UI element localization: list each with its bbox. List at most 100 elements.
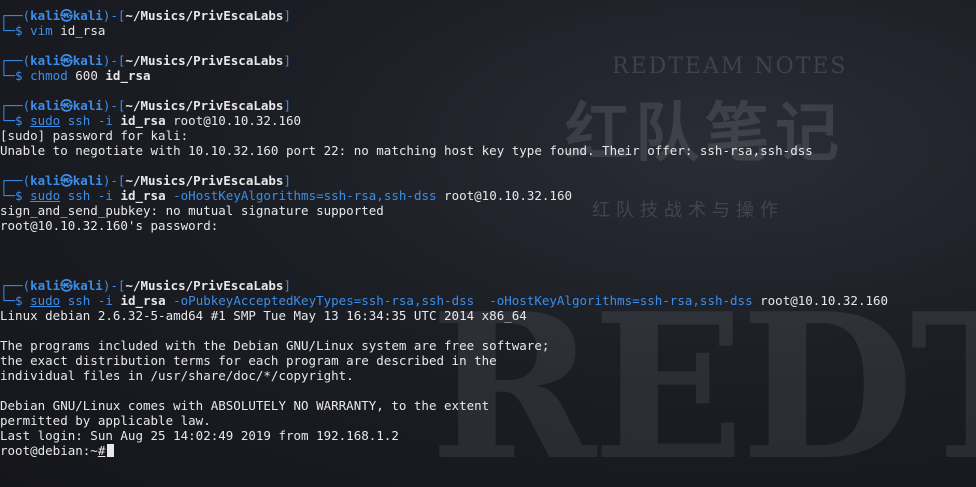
command-target: root@10.10.32.160 [436,188,572,203]
command-keyfile: id_rsa [120,113,166,128]
command-keyfile: id_rsa [120,293,166,308]
output-text: Debian GNU/Linux comes with ABSOLUTELY N… [0,398,490,413]
prompt-bracket-end: ] [283,53,291,68]
prompt-at-symbol: ㉿ [60,8,73,23]
command-line: └─$ sudo ssh -i id_rsa -oHostKeyAlgorith… [0,188,976,203]
command-subname: ssh [60,188,91,203]
output-text: the exact distribution terms for each pr… [0,353,497,368]
output-text: sign_and_send_pubkey: no mutual signatur… [0,203,384,218]
prompt-user: kali [30,98,61,113]
command-subname: ssh [60,293,91,308]
prompt-host: kali [72,278,103,293]
terminal-cursor [107,444,115,457]
prompt-dollar: └─$ [0,23,31,38]
prompt-corner: ┌──( [0,53,31,68]
command-keyfile: id_rsa [105,68,151,83]
prompt-host: kali [72,8,103,23]
prompt-dollar: └─$ [0,113,31,128]
prompt-separator: )-[ [102,53,126,68]
output-line: permitted by applicable law. [0,413,976,428]
prompt-at-symbol: ㉿ [60,278,73,293]
output-text: The programs included with the Debian GN… [0,338,550,353]
root-hash: # [97,443,106,458]
prompt-bracket-end: ] [283,98,291,113]
prompt-separator: )-[ [102,98,126,113]
command-name: sudo [30,293,61,308]
output-text: root@10.10.32.160's password: [0,218,219,233]
prompt-line: ┌──(kali㉿kali)-[~/Musics/PrivEscaLabs] [0,53,976,68]
output-line: Last login: Sun Aug 25 14:02:49 2019 fro… [0,428,976,443]
prompt-user: kali [30,53,61,68]
output-line: The programs included with the Debian GN… [0,338,976,353]
output-text: permitted by applicable law. [0,413,211,428]
command-name: sudo [30,188,61,203]
prompt-path: ~/Musics/PrivEscaLabs [125,98,284,113]
output-line: Debian GNU/Linux comes with ABSOLUTELY N… [0,398,976,413]
prompt-corner: ┌──( [0,98,31,113]
command-flag: -i [90,188,121,203]
command-target: root@10.10.32.160 [165,113,302,128]
command-flag: -i [90,113,121,128]
prompt-line: ┌──(kali㉿kali)-[~/Musics/PrivEscaLabs] [0,173,976,188]
prompt-at-symbol: ㉿ [60,53,73,68]
output-line: sign_and_send_pubkey: no mutual signatur… [0,203,976,218]
prompt-line: ┌──(kali㉿kali)-[~/Musics/PrivEscaLabs] [0,278,976,293]
prompt-line: ┌──(kali㉿kali)-[~/Musics/PrivEscaLabs] [0,98,976,113]
prompt-dollar: └─$ [0,188,31,203]
command-line: └─$ sudo ssh -i id_rsa -oPubkeyAcceptedK… [0,293,976,308]
command-subname: ssh [60,113,91,128]
root-shell-line: root@debian:~# [0,443,976,458]
command-name: chmod [30,68,68,83]
prompt-path: ~/Musics/PrivEscaLabs [125,53,284,68]
output-line: the exact distribution terms for each pr… [0,353,976,368]
prompt-user: kali [30,278,61,293]
output-text: [sudo] password for kali: [0,128,189,143]
command-args: id_rsa [52,23,106,38]
command-args: 600 [67,68,106,83]
prompt-at-symbol: ㉿ [60,98,73,113]
prompt-separator: )-[ [102,8,126,23]
output-line: individual files in /usr/share/doc/*/cop… [0,368,976,383]
command-target: root@10.10.32.160 [752,293,889,308]
output-text: Linux debian 2.6.32-5-amd64 #1 SMP Tue M… [0,308,527,323]
command-keyfile: id_rsa [120,188,166,203]
prompt-path: ~/Musics/PrivEscaLabs [125,278,284,293]
prompt-path: ~/Musics/PrivEscaLabs [125,173,284,188]
terminal-output[interactable]: ┌──(kali㉿kali)-[~/Musics/PrivEscaLabs] └─… [0,8,976,458]
output-line: [sudo] password for kali: [0,128,976,143]
prompt-host: kali [72,173,103,188]
output-line: root@10.10.32.160's password: [0,218,976,233]
prompt-bracket-end: ] [283,173,291,188]
command-line: └─$ chmod 600 id_rsa [0,68,976,83]
command-options: -oPubkeyAcceptedKeyTypes=ssh-rsa,ssh-dss… [165,293,753,308]
prompt-bracket-end: ] [283,8,291,23]
prompt-dollar: └─$ [0,293,31,308]
prompt-bracket-end: ] [283,278,291,293]
output-line: Unable to negotiate with 10.10.32.160 po… [0,143,976,158]
prompt-host: kali [72,53,103,68]
command-options: -oHostKeyAlgorithms=ssh-rsa,ssh-dss [165,188,437,203]
output-text: Last login: Sun Aug 25 14:02:49 2019 fro… [0,428,399,443]
command-name: vim [30,23,53,38]
prompt-at-symbol: ㉿ [60,173,73,188]
command-line: └─$ vim id_rsa [0,23,976,38]
output-text: individual files in /usr/share/doc/*/cop… [0,368,354,383]
prompt-corner: ┌──( [0,278,31,293]
prompt-line: ┌──(kali㉿kali)-[~/Musics/PrivEscaLabs] [0,8,976,23]
prompt-corner: ┌──( [0,8,31,23]
command-flag: -i [90,293,121,308]
prompt-dollar: └─$ [0,68,31,83]
prompt-separator: )-[ [102,173,126,188]
prompt-corner: ┌──( [0,173,31,188]
output-text: Unable to negotiate with 10.10.32.160 po… [0,143,813,158]
command-line: └─$ sudo ssh -i id_rsa root@10.10.32.160 [0,113,976,128]
command-name: sudo [30,113,61,128]
